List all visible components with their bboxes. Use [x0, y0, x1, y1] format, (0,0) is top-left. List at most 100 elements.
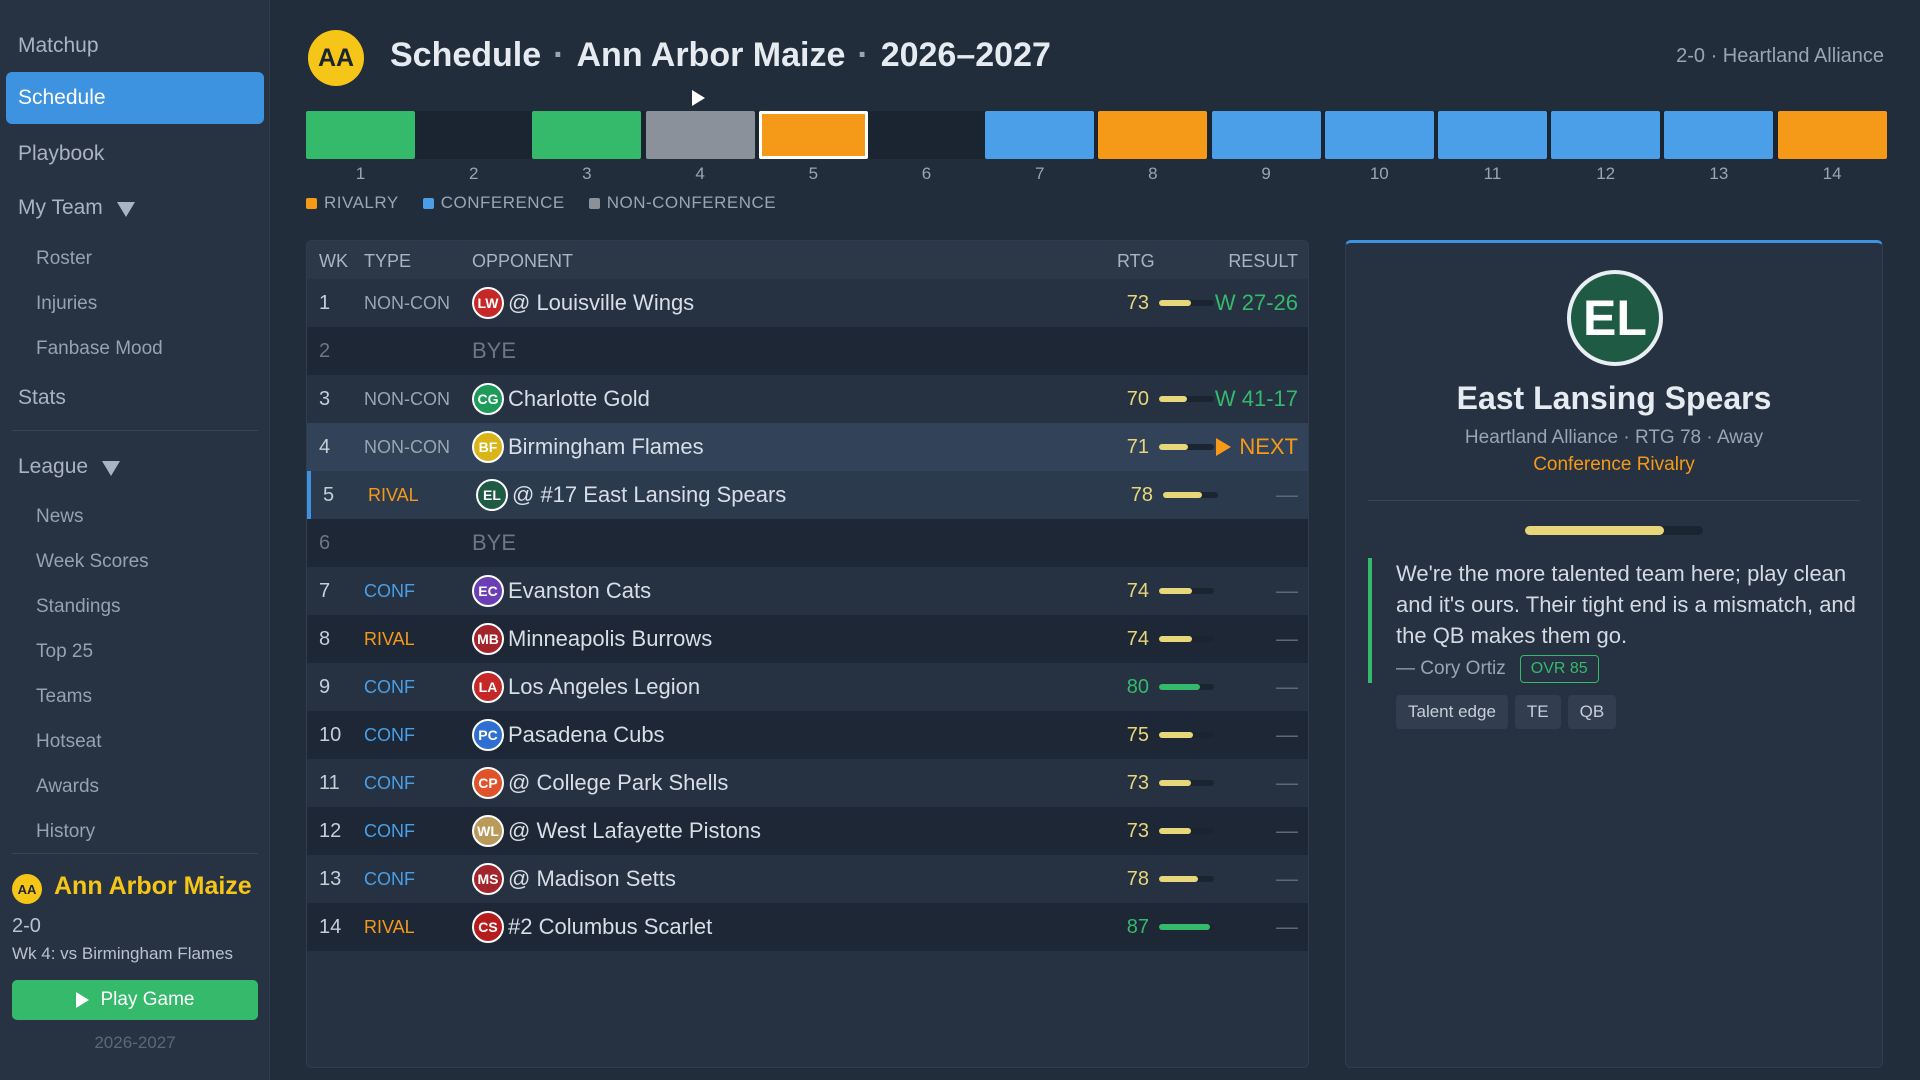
bye-row: 6 BYE: [307, 519, 1308, 567]
week-block-4[interactable]: [645, 111, 755, 159]
nav-news[interactable]: News: [0, 496, 270, 538]
nav-my-team-label: My Team: [18, 196, 103, 219]
table-row[interactable]: 3 NON-CON CG Charlotte Gold 70 W 41-17: [307, 375, 1308, 423]
nav-stats[interactable]: Stats: [0, 372, 270, 424]
opponent-name: Charlotte Gold: [508, 386, 650, 411]
cell-opponent[interactable]: CG Charlotte Gold: [472, 375, 650, 423]
cell-opponent[interactable]: WL @ West Lafayette Pistons: [472, 807, 761, 855]
cell-opponent[interactable]: EL @ #17 East Lansing Spears: [476, 471, 786, 519]
cell-opponent[interactable]: LW @ Louisville Wings: [472, 279, 694, 327]
season-label: 2026-2027: [94, 1033, 176, 1052]
nav-history[interactable]: History: [0, 811, 270, 853]
cell-opponent[interactable]: CP @ College Park Shells: [472, 759, 728, 807]
nav-standings[interactable]: Standings: [0, 586, 270, 628]
quote-text: We're the more talented team here; play …: [1396, 561, 1856, 648]
legend-conference: CONFERENCE: [422, 193, 565, 213]
cell-result: —: [1276, 471, 1298, 519]
nav-my-team[interactable]: My Team: [0, 182, 270, 234]
tag-talent-edge: Talent edge: [1396, 695, 1508, 729]
col-type: TYPE: [364, 251, 412, 271]
week-block-12[interactable]: [1551, 111, 1661, 159]
table-row[interactable]: 14 RIVAL CS #2 Columbus Scarlet 87 —: [307, 903, 1308, 951]
cell-result: NEXT: [1216, 423, 1298, 471]
opponent-logo: EC: [472, 575, 504, 607]
table-row[interactable]: 7 CONF EC Evanston Cats 74 —: [307, 567, 1308, 615]
nav-awards[interactable]: Awards: [0, 766, 270, 808]
rating-bar: [1159, 444, 1214, 450]
week-block-9[interactable]: [1211, 111, 1321, 159]
table-row[interactable]: 5 RIVAL EL @ #17 East Lansing Spears 78 —: [307, 471, 1308, 519]
cell-opponent[interactable]: CS #2 Columbus Scarlet: [472, 903, 712, 951]
cell-opponent[interactable]: EC Evanston Cats: [472, 567, 651, 615]
table-row[interactable]: 10 CONF PC Pasadena Cubs 75 —: [307, 711, 1308, 759]
current-week-marker-icon: [692, 90, 705, 106]
cell-opponent[interactable]: BF Birmingham Flames: [472, 423, 704, 471]
opponent-name: Los Angeles Legion: [508, 674, 701, 699]
table-row[interactable]: 8 RIVAL MB Minneapolis Burrows 74 —: [307, 615, 1308, 663]
cell-week: 3: [319, 387, 331, 410]
table-row[interactable]: 1 NON-CON LW @ Louisville Wings 73 W 27-26: [307, 279, 1308, 327]
nav-league[interactable]: League: [0, 441, 270, 493]
record-conference: 2-0 · Heartland Alliance: [1676, 45, 1884, 67]
nav-matchup[interactable]: Matchup: [0, 20, 270, 72]
cell-type: CONF: [364, 820, 415, 841]
week-block-5[interactable]: [758, 111, 868, 159]
rating-bar-fill: [1159, 684, 1201, 690]
result-text: —: [1276, 626, 1298, 651]
result-text: —: [1276, 770, 1298, 795]
nav-fanbase-mood[interactable]: Fanbase Mood: [0, 328, 270, 370]
nav-top-25[interactable]: Top 25: [0, 631, 270, 673]
week-block-11[interactable]: [1438, 111, 1547, 159]
play-game-button[interactable]: Play Game: [12, 980, 258, 1020]
nav-week-scores[interactable]: Week Scores: [0, 541, 270, 583]
table-row[interactable]: 12 CONF WL @ West Lafayette Pistons 73 —: [307, 807, 1308, 855]
week-block-3[interactable]: [532, 111, 642, 159]
nav-teams[interactable]: Teams: [0, 676, 270, 718]
play-game-label: Play Game: [100, 989, 195, 1010]
nav-league-label: League: [18, 455, 89, 478]
cell-result: —: [1276, 615, 1298, 663]
cell-opponent[interactable]: PC Pasadena Cubs: [472, 711, 665, 759]
page-title-season: 2026–2027: [880, 36, 1051, 74]
table-row[interactable]: 13 CONF MS @ Madison Setts 78 —: [307, 855, 1308, 903]
opponent-logo: LW: [472, 287, 504, 319]
opponent-name: East Lansing Spears: [1456, 380, 1772, 416]
rating-bar-fill: [1159, 732, 1194, 738]
opponent-name: @ Louisville Wings: [508, 290, 695, 315]
rating-bar-fill: [1163, 492, 1202, 498]
bye-row: 2 BYE: [307, 327, 1308, 375]
week-number: 4: [695, 164, 705, 183]
week-block-8[interactable]: [1098, 111, 1208, 159]
week-block-14[interactable]: [1777, 111, 1887, 159]
nav-schedule[interactable]: Schedule: [6, 72, 264, 124]
opponent-rating-bar: [1525, 526, 1703, 535]
nav-playbook[interactable]: Playbook: [0, 128, 270, 180]
cell-week: 8: [319, 627, 331, 650]
cell-opponent[interactable]: MS @ Madison Setts: [472, 855, 676, 903]
cell-rating: 70: [1126, 387, 1149, 410]
table-row[interactable]: 4 NON-CON BF Birmingham Flames 71 NEXT: [307, 423, 1308, 471]
title-separator: ·: [553, 36, 565, 74]
rivalry-label: Conference Rivalry: [1533, 454, 1695, 475]
nav-injuries[interactable]: Injuries: [0, 283, 270, 325]
opponent-logo: CG: [472, 383, 504, 415]
week-block-7[interactable]: [985, 111, 1095, 159]
table-row[interactable]: 9 CONF LA Los Angeles Legion 80 —: [307, 663, 1308, 711]
week-number: 7: [1034, 164, 1045, 183]
week-block-13[interactable]: [1664, 111, 1774, 159]
nav-hotseat[interactable]: Hotseat: [0, 721, 270, 763]
week-block-1[interactable]: [306, 111, 415, 159]
nav-roster[interactable]: Roster: [0, 238, 270, 280]
cell-rating: 87: [1126, 915, 1149, 938]
opponent-logo: CS: [472, 911, 504, 943]
cell-opponent[interactable]: MB Minneapolis Burrows: [472, 615, 712, 663]
cell-opponent[interactable]: LA Los Angeles Legion: [472, 663, 700, 711]
title-separator: ·: [857, 36, 869, 74]
non-conference-swatch: [588, 197, 600, 209]
week-block-10[interactable]: [1324, 111, 1434, 159]
rating-bar-fill: [1159, 924, 1210, 930]
table-row[interactable]: 11 CONF CP @ College Park Shells 73 —: [307, 759, 1308, 807]
team-record: 2-0: [12, 915, 41, 937]
cell-rating: 78: [1130, 483, 1153, 506]
col-opponent: OPPONENT: [472, 251, 574, 271]
